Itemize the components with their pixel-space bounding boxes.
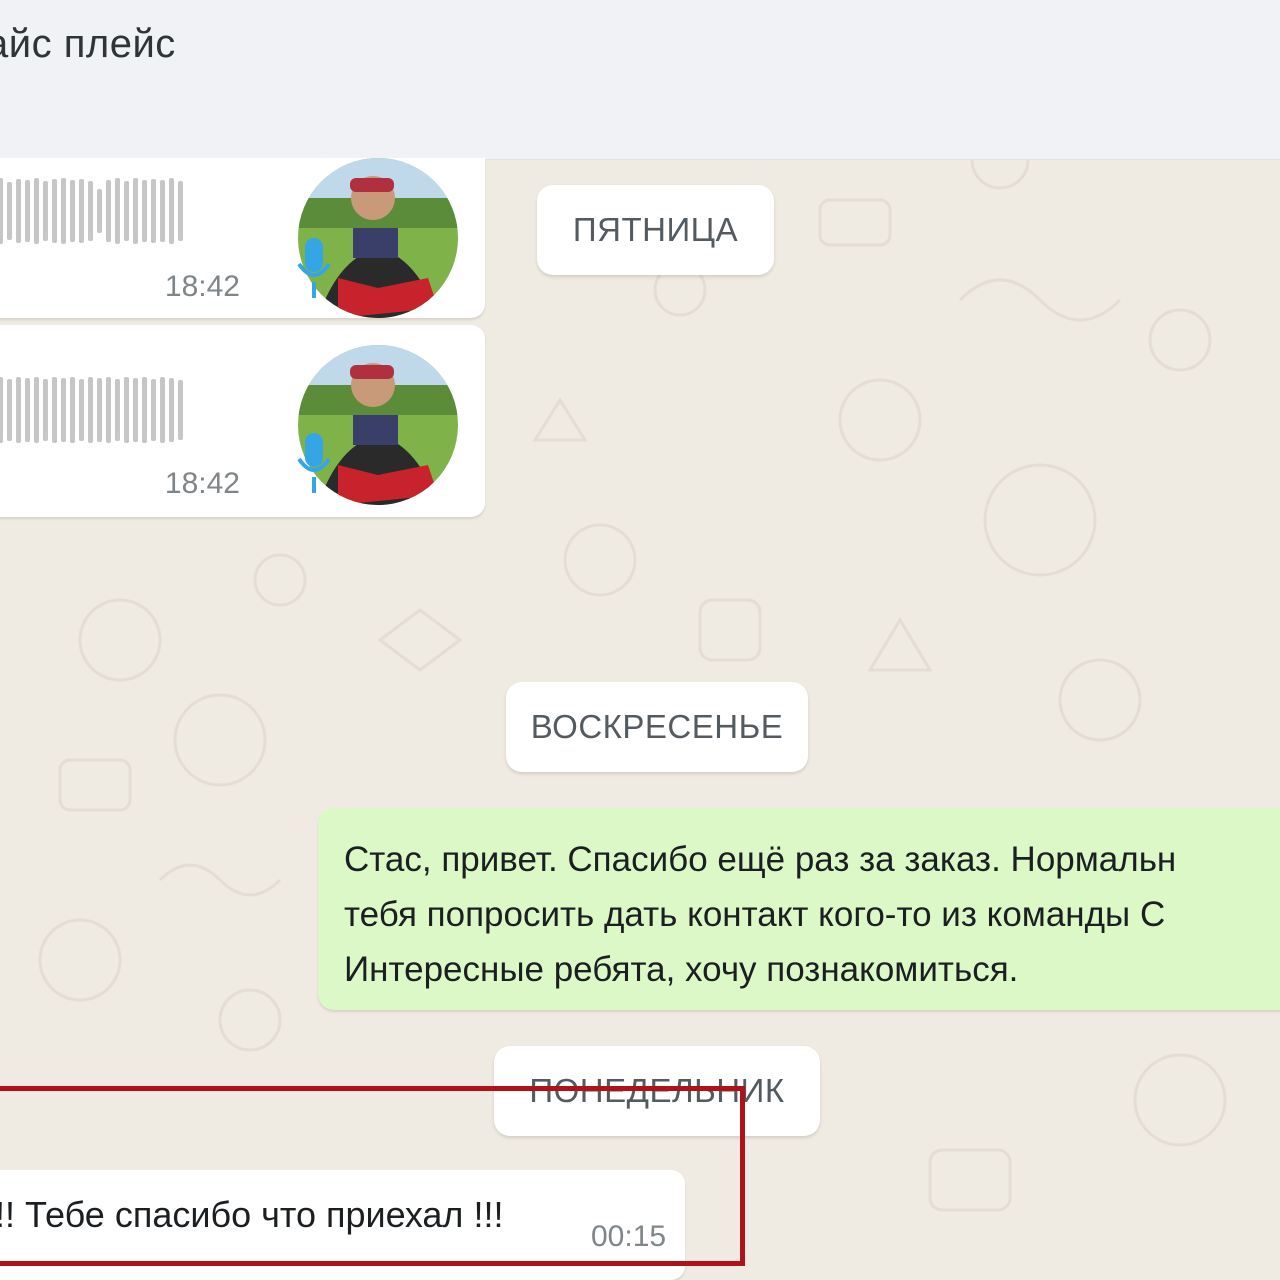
message-text: !! Тебе спасибо что приехал !!! <box>0 1194 504 1235</box>
message-text: Стас, привет. Спасибо ещё раз за заказ. … <box>344 832 1280 997</box>
chat-header[interactable]: айс плейс <box>0 0 1280 160</box>
voice-message[interactable]: 18:42 <box>0 158 485 318</box>
message-line: Интересные ребята, хочу познакомиться. <box>344 950 1019 989</box>
day-separator-monday: ПОНЕДЕЛЬНИК <box>494 1046 820 1136</box>
day-separator-friday: ПЯТНИЦА <box>537 185 774 275</box>
mic-icon <box>296 238 332 302</box>
incoming-message[interactable]: !! Тебе спасибо что приехал !!! 00:15 <box>0 1170 685 1280</box>
message-line: тебя попросить дать контакт кого-то из к… <box>344 895 1166 934</box>
voice-waveform[interactable] <box>0 377 220 449</box>
day-separator-sunday: ВОСКРЕСЕНЬЕ <box>506 682 808 772</box>
message-time: 18:42 <box>164 270 240 303</box>
voice-message[interactable]: 18:42 <box>0 325 485 517</box>
message-time: 00:15 <box>591 1220 667 1253</box>
outgoing-message[interactable]: Стас, привет. Спасибо ещё раз за заказ. … <box>318 808 1280 1010</box>
chat-title: айс плейс <box>0 22 176 66</box>
mic-icon <box>296 433 332 497</box>
message-line: Стас, привет. Спасибо ещё раз за заказ. … <box>344 840 1177 879</box>
voice-waveform[interactable] <box>0 178 220 250</box>
message-time: 18:42 <box>164 467 240 500</box>
